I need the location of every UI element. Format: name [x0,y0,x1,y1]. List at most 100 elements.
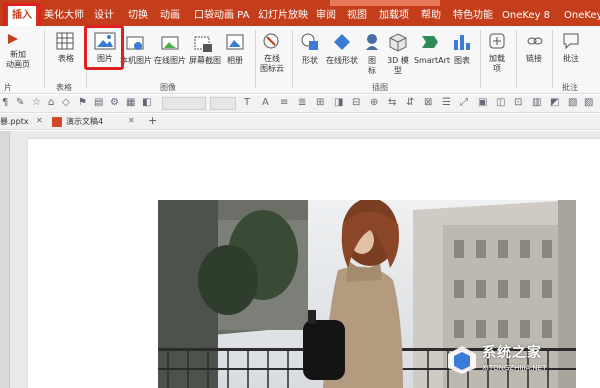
tab-onekey-1[interactable]: OneKey 8 [502,8,550,24]
size-dropdown[interactable] [210,97,236,110]
toolbar-icon[interactable]: ≣ [298,97,306,108]
toolbar-icon[interactable]: ▨ [584,97,593,108]
picture-button[interactable]: 图片 [92,54,118,64]
links-button[interactable]: 链接 [520,54,548,64]
title-accent-strip [330,0,440,6]
slide-thumbnail-panel[interactable] [0,131,10,388]
separator [292,30,293,88]
tab-beautify-master[interactable]: 美化大师 [44,8,84,24]
watermark-logo-icon [448,346,476,374]
local-picture-button[interactable]: 本机图片 [118,56,154,66]
smartart-icon [422,36,438,48]
toolbar-icon[interactable]: ⚙ [110,97,119,108]
table-button[interactable]: 表格 [52,54,80,64]
table-icon [56,32,74,50]
new-animation-page-icon [8,34,18,44]
powerpoint-icon [52,117,62,127]
tab-special-features[interactable]: 特色功能 [453,8,493,24]
3d-model-button[interactable]: 3D 模 型 [384,56,412,76]
comment-button[interactable]: 批注 [556,54,586,64]
toolbar-icon[interactable]: T [244,97,250,108]
3d-model-icon [389,33,407,52]
group-label-tables: 表格 [56,83,72,92]
new-tab-button[interactable]: + [148,114,157,127]
toolbar-icon[interactable]: ≡ [280,97,288,108]
local-picture-icon [126,36,144,50]
toolbar-icon[interactable]: ▧ [568,97,577,108]
toolbar-icon[interactable]: ⚑ [78,97,87,108]
close-icon[interactable]: ✕ [128,116,135,125]
tab-review[interactable]: 审阅 [316,8,336,24]
ribbon-tab-bar: 插入 美化大师 设计 切换 动画 口袋动画 PA 幻灯片放映 审阅 视图 加载项… [0,0,600,26]
watermark-subtitle: XITONGZHIJIA.NET [482,364,547,372]
icons-button[interactable]: 图 标 [362,56,382,76]
online-icon-cloud-icon [263,33,279,49]
new-animation-page-button[interactable]: 新加 动画页 [0,50,36,70]
tab-onekey-2[interactable]: OneKey 8 [564,8,600,24]
chart-button[interactable]: 图表 [448,56,476,66]
group-label-slides: 片 [4,83,12,92]
tab-slideshow[interactable]: 幻灯片放映 [258,8,308,24]
tab-view[interactable]: 视图 [347,8,367,24]
shapes-icon [301,33,318,50]
toolbar-icon[interactable]: ◇ [62,97,70,108]
toolbar-icon[interactable]: ▣ [478,97,487,108]
addins-button[interactable]: 加载 项 [484,54,510,74]
quick-toolbar: ¶ ✎ ☆ ⌂ ◇ ⚑ ▤ ⚙ ▦ ◧ T A ≡ ≣ ⊞ ◨ ⊟ ⊕ ⇆ ⇵ … [0,95,600,113]
screenshot-icon [194,36,212,52]
toolbar-icon[interactable]: ⊞ [316,97,324,108]
toolbar-icon[interactable]: ¶ [2,97,8,108]
album-icon [226,34,244,50]
toolbar-icon[interactable]: ⇵ [406,97,414,108]
toolbar-icon[interactable]: ▦ [126,97,135,108]
tab-insert[interactable]: 插入 [8,6,36,26]
comment-icon [563,33,579,50]
toolbar-icon[interactable]: ◩ [550,97,559,108]
toolbar-icon[interactable]: ⤢ [460,97,468,108]
group-label-images: 图像 [160,83,176,92]
document-tab-bar: 暴.pptx ✕ 演示文稿4 ✕ + [0,114,600,130]
toolbar-icon[interactable]: ⊟ [352,97,360,108]
tab-pocket-animation[interactable]: 口袋动画 PA [194,8,249,24]
toolbar-icon[interactable]: ⊡ [514,97,522,108]
toolbar-icon[interactable]: ⊕ [370,97,378,108]
toolbar-icon[interactable]: ◨ [334,97,343,108]
doc-tab-2[interactable]: 演示文稿4 [66,116,103,127]
separator [480,30,481,88]
tab-design[interactable]: 设计 [94,8,114,24]
toolbar-icon[interactable]: A [262,97,269,108]
addins-icon [489,33,505,49]
online-shapes-icon [334,34,350,50]
toolbar-icon[interactable]: ▥ [532,97,541,108]
toolbar-icon[interactable]: ◫ [496,97,505,108]
toolbar-icon[interactable]: ⌂ [48,97,54,108]
tab-transitions[interactable]: 切换 [128,8,148,24]
separator [44,30,45,88]
toolbar-icon[interactable]: ⇆ [388,97,396,108]
watermark-title: 系统之家 [482,345,542,361]
online-picture-button[interactable]: 在线图片 [151,56,189,66]
online-shapes-button[interactable]: 在线形状 [322,56,362,66]
online-icon-cloud-button[interactable]: 在线 图标云 [256,54,288,74]
toolbar-icon[interactable]: ▤ [94,97,103,108]
doc-tab-1[interactable]: 暴.pptx [0,116,29,127]
font-dropdown[interactable] [162,97,206,110]
tab-help[interactable]: 帮助 [421,8,441,24]
tab-animations[interactable]: 动画 [160,8,180,24]
toolbar-icon[interactable]: ✎ [16,97,24,108]
toolbar-icon[interactable]: ☆ [32,97,41,108]
separator [516,30,517,88]
album-button[interactable]: 相册 [222,56,248,66]
shapes-button[interactable]: 形状 [296,56,324,66]
toolbar-icon[interactable]: ◧ [142,97,151,108]
tab-addins[interactable]: 加载项 [379,8,409,24]
icons-icon [366,34,378,50]
group-label-comments: 批注 [562,83,578,92]
toolbar-icon[interactable]: ⊠ [424,97,432,108]
watermark: 系统之家 XITONGZHIJIA.NET [446,340,596,384]
online-picture-icon [161,36,179,50]
screenshot-button[interactable]: 屏幕截图 [186,56,224,66]
close-icon[interactable]: ✕ [36,116,43,125]
toolbar-icon[interactable]: ☰ [442,97,451,108]
chart-icon [454,35,470,50]
